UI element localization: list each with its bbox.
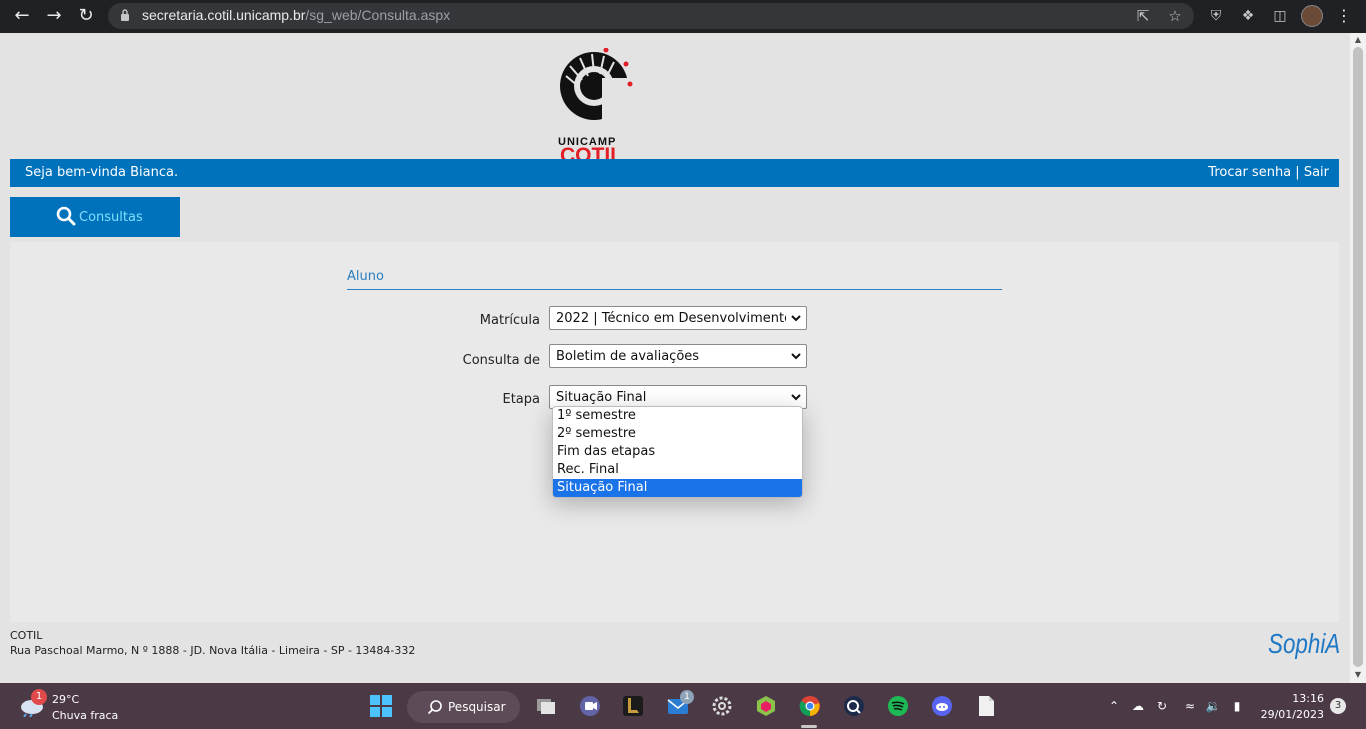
account-links: Trocar senha | Sair: [1208, 165, 1329, 180]
sophia-logo: SophiA: [1268, 628, 1341, 659]
matricula-select[interactable]: 2022 | Técnico em Desenvolvimento de S: [549, 306, 807, 330]
tab-consultas-label: Consultas: [79, 210, 143, 225]
chevron-down-icon: [791, 353, 801, 360]
teams-chat-icon[interactable]: [578, 694, 602, 718]
matricula-label: Matrícula: [479, 313, 540, 328]
ublock-shield-icon[interactable]: ⛨: [1207, 6, 1225, 26]
taskbar-search[interactable]: Pesquisar: [407, 691, 520, 723]
etapa-option[interactable]: Situação Final: [553, 479, 802, 497]
clock-date: 29/01/2023: [1260, 708, 1324, 721]
etapa-option[interactable]: 2º semestre: [553, 425, 802, 443]
profile-avatar[interactable]: [1301, 5, 1323, 27]
page-scrollbar[interactable]: ▲ ▼: [1350, 33, 1366, 683]
windows-start-icon[interactable]: [369, 694, 393, 718]
menu-kebab-icon[interactable]: ⋮: [1336, 5, 1352, 27]
weather-widget[interactable]: 1 29°C Chuva fraca: [18, 689, 128, 723]
consulta-value: Boletim de avaliações: [556, 349, 700, 364]
notepad-file-icon[interactable]: [974, 694, 998, 718]
chrome-icon[interactable]: [798, 694, 822, 718]
matricula-value: 2022 | Técnico em Desenvolvimento de S: [556, 311, 786, 326]
chrome-active-indicator: [801, 725, 817, 728]
settings-gear-icon[interactable]: [710, 694, 734, 718]
extensions-puzzle-icon[interactable]: ❖: [1239, 6, 1257, 26]
lock-icon: [121, 9, 129, 21]
notification-badge[interactable]: 3: [1330, 698, 1346, 714]
scroll-thumb[interactable]: [1353, 47, 1363, 667]
url-text: secretaria.cotil.unicamp.br/sg_web/Consu…: [142, 7, 450, 23]
footer-school-name: COTIL: [10, 629, 43, 642]
app-cube-icon[interactable]: [754, 694, 778, 718]
etapa-option[interactable]: 1º semestre: [553, 407, 802, 425]
cotil-logo: UNICAMP COTIL: [556, 47, 642, 167]
side-panel-icon[interactable]: ◫: [1271, 6, 1289, 26]
bookmark-star-icon[interactable]: ☆: [1166, 7, 1184, 25]
unicamp-emblem-icon: [560, 47, 642, 138]
taskbar-search-label: Pesquisar: [448, 700, 506, 714]
scroll-down-icon[interactable]: ▼: [1354, 671, 1362, 679]
league-of-legends-icon[interactable]: [621, 694, 645, 718]
etapa-option[interactable]: Fim das etapas: [553, 443, 802, 461]
app-dark-circle-icon[interactable]: [842, 694, 866, 718]
chevron-down-icon: [791, 315, 801, 322]
welcome-bar: Seja bem-vinda Bianca. Trocar senha | Sa…: [10, 159, 1339, 187]
task-view-icon[interactable]: [534, 694, 558, 718]
onedrive-cloud-icon[interactable]: ☁: [1130, 698, 1146, 714]
etapa-label: Etapa: [502, 392, 541, 407]
battery-icon[interactable]: ▮: [1229, 698, 1245, 714]
footer-address-block: COTIL Rua Paschoal Marmo, N º 1888 - JD.…: [10, 628, 415, 658]
url-path: /sg_web/Consulta.aspx: [305, 7, 451, 23]
search-icon: [56, 206, 76, 226]
change-password-link[interactable]: Trocar senha: [1208, 165, 1291, 180]
windows-taskbar: 1 29°C Chuva fraca Pesquisar 1 ⌃ ☁ ↻ ≈ 🔉…: [0, 683, 1366, 729]
url-domain: secretaria.cotil.unicamp.br: [142, 7, 306, 23]
section-divider: [347, 289, 1002, 290]
system-clock[interactable]: 13:16 29/01/2023: [1258, 691, 1324, 723]
weather-badge: 1: [31, 689, 47, 705]
weather-temp: 29°C: [52, 693, 80, 706]
spotify-icon[interactable]: [886, 694, 910, 718]
discord-icon[interactable]: [930, 694, 954, 718]
weather-desc: Chuva fraca: [52, 709, 119, 722]
share-icon[interactable]: ⇱: [1134, 7, 1152, 25]
etapa-value: Situação Final: [556, 390, 647, 405]
address-bar[interactable]: secretaria.cotil.unicamp.br/sg_web/Consu…: [108, 3, 1194, 29]
etapa-option[interactable]: Rec. Final: [553, 461, 802, 479]
wifi-icon[interactable]: ≈: [1182, 698, 1198, 714]
clock-time: 13:16: [1292, 692, 1324, 705]
browser-toolbar: ← → ↻ secretaria.cotil.unicamp.br/sg_web…: [0, 0, 1366, 33]
volume-icon[interactable]: 🔉: [1205, 698, 1221, 714]
web-page: UNICAMP COTIL Seja bem-vinda Bianca. Tro…: [0, 33, 1350, 683]
forward-icon[interactable]: →: [42, 5, 66, 27]
reload-icon[interactable]: ↻: [74, 5, 98, 27]
tray-chevron-up-icon[interactable]: ⌃: [1106, 698, 1122, 714]
etapa-dropdown-list: 1º semestre 2º semestre Fim das etapas R…: [552, 406, 803, 498]
logout-link[interactable]: Sair: [1304, 165, 1329, 180]
chevron-down-icon: [791, 394, 801, 401]
welcome-message: Seja bem-vinda Bianca.: [25, 165, 179, 180]
footer-address: Rua Paschoal Marmo, N º 1888 - JD. Nova …: [10, 644, 416, 657]
tab-consultas[interactable]: Consultas: [10, 197, 180, 237]
query-form-panel: Aluno Matrícula 2022 | Técnico em Desenv…: [10, 242, 1339, 622]
consulta-label: Consulta de: [462, 353, 540, 368]
back-icon[interactable]: ←: [10, 5, 34, 27]
sync-icon[interactable]: ↻: [1154, 698, 1170, 714]
section-title: Aluno: [347, 269, 384, 284]
scroll-up-icon[interactable]: ▲: [1354, 36, 1362, 44]
link-separator: |: [1291, 165, 1304, 180]
consulta-select[interactable]: Boletim de avaliações: [549, 344, 807, 368]
search-icon: [427, 700, 442, 715]
mail-badge: 1: [680, 690, 694, 704]
